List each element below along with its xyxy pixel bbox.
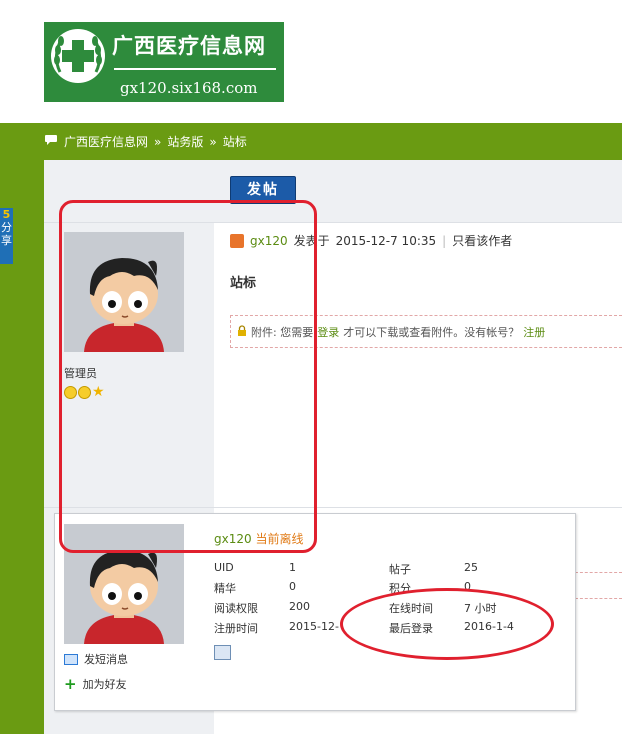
stat-label: 阅读权限 [214, 602, 258, 615]
annotation-ellipse [340, 588, 554, 660]
breadcrumb: 广西医疗信息网 » 站务版 » 站标 [44, 133, 247, 150]
breadcrumb-thread[interactable]: 站标 [223, 133, 247, 150]
posted-time: 2015-12-7 10:35 [335, 233, 437, 248]
stat-value: 2015-12- [289, 620, 339, 633]
divider [575, 598, 622, 599]
mail-icon [64, 653, 78, 665]
stat-value: 25 [464, 561, 478, 574]
send-pm-link[interactable]: 发短消息 [64, 651, 128, 667]
plus-icon: + [64, 675, 77, 693]
breadcrumb-separator: » [209, 134, 217, 149]
annotation-rectangle [59, 200, 317, 553]
stat-label: 帖子 [389, 563, 411, 576]
logo-divider [114, 68, 276, 70]
send-pm-label: 发短消息 [84, 653, 128, 666]
breadcrumb-separator: » [154, 134, 162, 149]
share-label: 分享 [1, 221, 12, 247]
logo-url: gx120.six168.com [120, 79, 258, 97]
login-link[interactable]: 登录 [317, 324, 339, 340]
stat-value: 0 [289, 580, 296, 593]
share-side-tab[interactable]: 5 分享 [0, 208, 13, 264]
only-author-link[interactable]: 只看该作者 [452, 232, 512, 249]
stat-label: 注册时间 [214, 622, 258, 635]
register-link[interactable]: 注册 [523, 324, 545, 340]
divider [575, 572, 622, 573]
site-logo[interactable]: 广西医疗信息网 gx120.six168.com [44, 22, 284, 102]
vcard-icon[interactable] [214, 645, 231, 660]
stat-value: 1 [289, 561, 296, 574]
stat-label: 精华 [214, 582, 236, 595]
red-cross-logo-icon [48, 26, 108, 86]
add-friend-link[interactable]: + 加为好友 [64, 676, 127, 692]
stat-value: 200 [289, 600, 310, 613]
logo-title: 广西医疗信息网 [112, 34, 266, 58]
add-friend-label: 加为好友 [82, 678, 127, 691]
breadcrumb-home[interactable]: 广西医疗信息网 [64, 133, 148, 150]
meta-separator: | [442, 233, 447, 248]
attachment-middle: 才可以下载或查看附件。没有帐号？ [343, 325, 520, 339]
stat-label: UID [214, 561, 234, 574]
share-count: 5 [2, 208, 11, 221]
breadcrumb-forum[interactable]: 站务版 [167, 133, 203, 150]
speech-bubble-icon [44, 134, 58, 149]
